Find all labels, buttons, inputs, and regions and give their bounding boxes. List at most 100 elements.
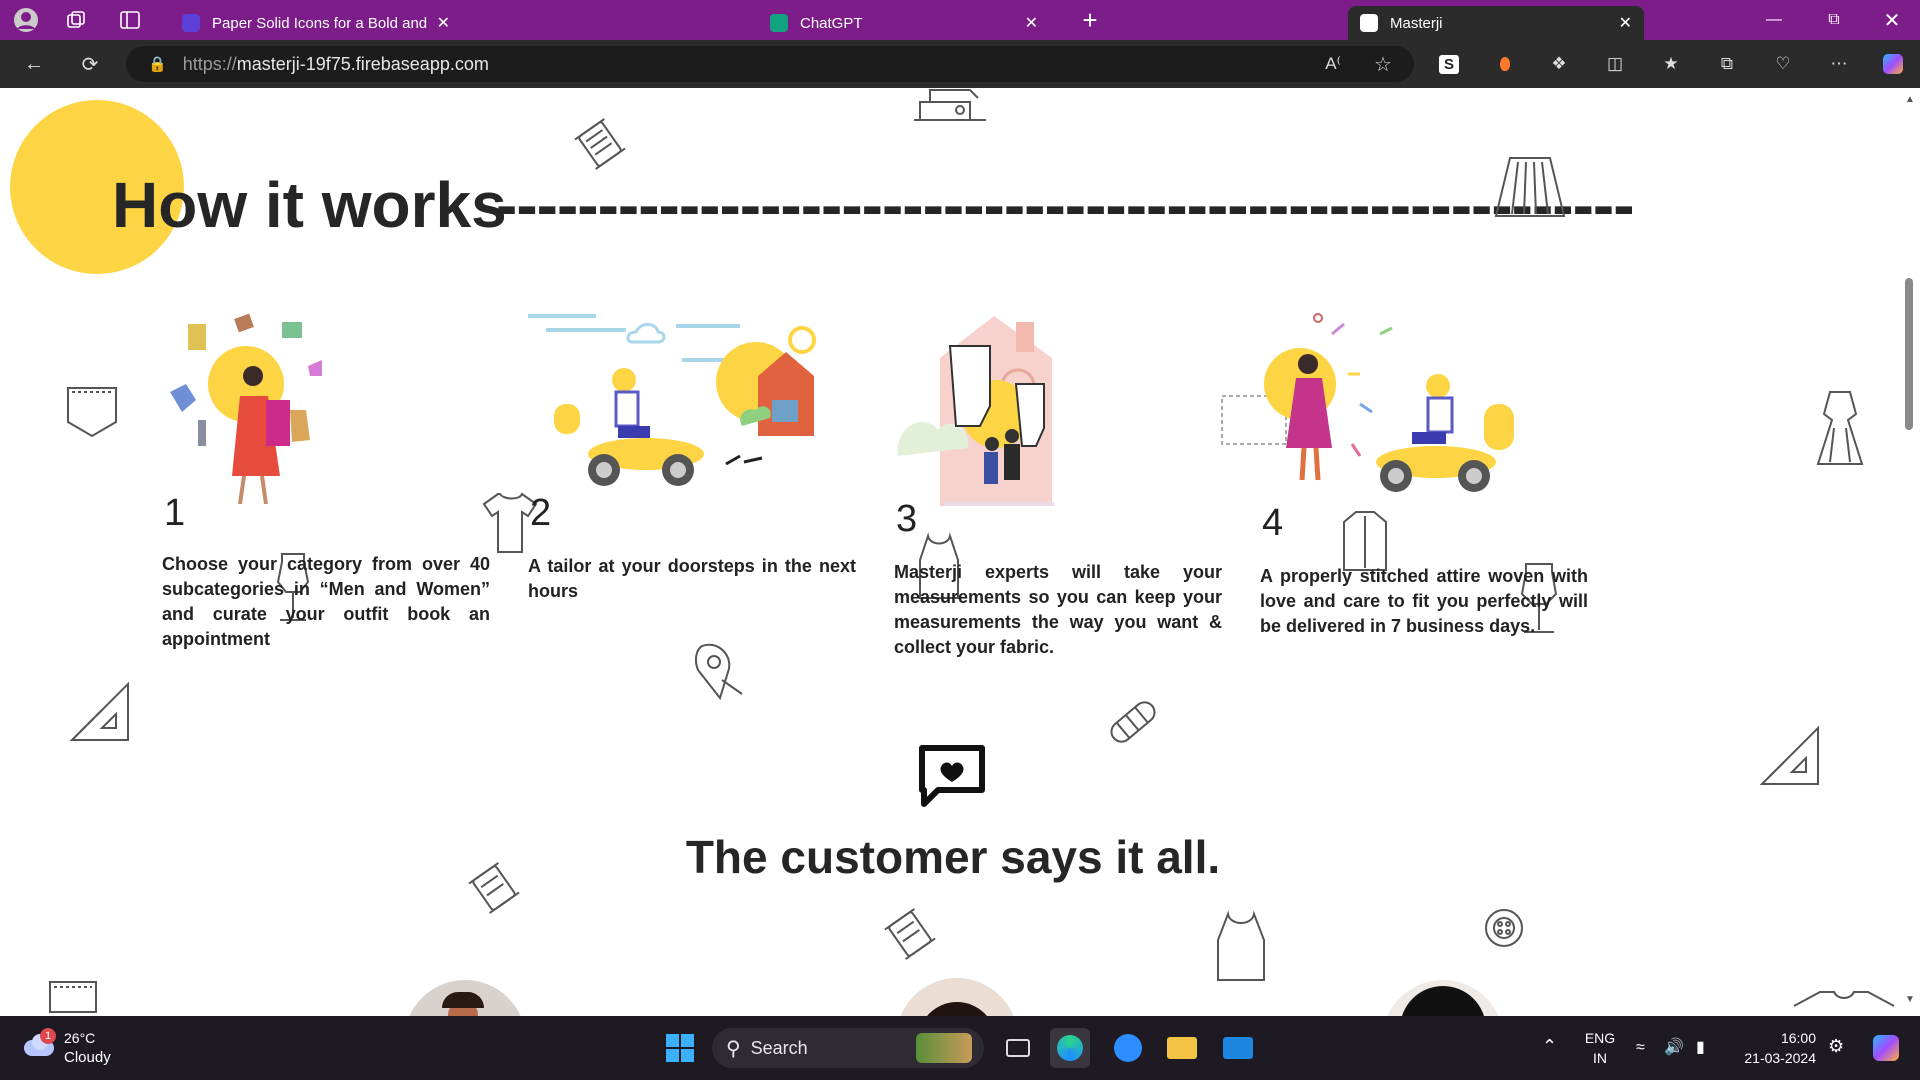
address-toolbar: ← ⟳ 🔒 https:// masterji-19f75.firebaseap…: [0, 40, 1920, 88]
restore-icon[interactable]: ⧉: [1806, 0, 1862, 40]
step-number: 2: [530, 492, 552, 534]
back-icon[interactable]: ←: [16, 48, 52, 80]
volume-icon[interactable]: 🔊: [1664, 1038, 1684, 1058]
favorites-icon[interactable]: ★: [1656, 50, 1686, 78]
search-icon: ⚲: [726, 1037, 741, 1060]
chat-heart-icon: [919, 745, 985, 807]
customer-avatar: [1382, 980, 1504, 1016]
fabric-roll-sketch-icon: [1110, 701, 1156, 743]
thread-spool-icon: [884, 908, 936, 960]
dress-sketch-icon: [1816, 391, 1864, 465]
scrollbar-thumb[interactable]: [1905, 278, 1913, 430]
weather-temp[interactable]: 26°C: [64, 1028, 95, 1048]
step-description: A tailor at your doorsteps in the next h…: [528, 556, 856, 601]
customer-avatar: [896, 978, 1018, 1016]
lock-icon: 🔒: [148, 56, 167, 73]
step-description: Choose your category from over 40 subcat…: [162, 554, 490, 649]
shopping-woman-illustration: [170, 313, 322, 504]
show-hidden-icons-chevron-icon[interactable]: ⌃: [1542, 1036, 1557, 1056]
scroll-down-arrow-icon[interactable]: ▼: [1905, 994, 1915, 1005]
edge-browser-icon[interactable]: [1050, 1028, 1090, 1068]
search-favicon-icon: [182, 14, 200, 32]
favorite-star-icon[interactable]: ☆: [1368, 50, 1398, 78]
profile-avatar-icon[interactable]: [8, 4, 44, 36]
pocket-sketch-icon: [49, 981, 97, 1013]
tab-close-icon[interactable]: ✕: [1025, 13, 1038, 33]
scroll-up-arrow-icon[interactable]: ▲: [1905, 94, 1915, 105]
sewing-machine-sketch-icon: [914, 89, 986, 121]
step-number: 4: [1262, 502, 1284, 544]
extension-flame-icon[interactable]: [1490, 50, 1520, 78]
close-window-icon[interactable]: ✕: [1864, 0, 1920, 40]
tab-title: Masterji: [1390, 14, 1443, 32]
clock-date[interactable]: 21-03-2024: [1730, 1048, 1816, 1068]
weather-badge: 1: [40, 1028, 56, 1044]
weather-desc[interactable]: Cloudy: [64, 1048, 111, 1068]
title-dash-line: ----------------------------------------…: [496, 169, 1634, 241]
button-sketch-icon: [1485, 909, 1523, 947]
url-host: masterji-19f75.firebaseapp.com: [236, 53, 489, 74]
tab-chatgpt[interactable]: ChatGPT ✕: [758, 6, 1050, 40]
delivery-illustration: [1221, 313, 1514, 492]
taskbar-search-box[interactable]: ⚲ Search: [712, 1028, 984, 1068]
step-number: 1: [164, 492, 186, 534]
browser-tab-strip: Paper Solid Icons for a Bold and ✕ ChatG…: [0, 0, 1920, 40]
extension-s-icon[interactable]: S: [1434, 50, 1464, 78]
copilot-icon[interactable]: [1878, 50, 1908, 78]
tab-close-icon[interactable]: ✕: [1619, 13, 1632, 33]
pocket-sketch-icon: [67, 387, 117, 438]
tab-title: Paper Solid Icons for a Bold and: [212, 14, 428, 32]
tab-close-icon[interactable]: ✕: [437, 13, 450, 33]
windows-start-icon[interactable]: [660, 1028, 700, 1068]
customer-says-title: The customer says it all.: [685, 831, 1221, 883]
collections-icon[interactable]: ⧉: [1712, 50, 1742, 78]
address-bar[interactable]: 🔒 https:// masterji-19f75.firebaseapp.co…: [126, 46, 1414, 82]
file-explorer-icon[interactable]: [1162, 1028, 1202, 1068]
wifi-icon[interactable]: ≈: [1636, 1038, 1645, 1058]
refresh-icon[interactable]: ⟳: [72, 48, 108, 80]
mail-app-icon[interactable]: [1218, 1028, 1258, 1068]
step-description: A properly stitched attire woven with lo…: [1260, 566, 1588, 636]
skirt-sketch-icon: [1494, 157, 1566, 217]
vertical-tabs-icon[interactable]: [112, 4, 148, 36]
search-highlight-image: [916, 1033, 972, 1063]
extensions-puzzle-icon[interactable]: ❖: [1544, 50, 1574, 78]
tshirt-sketch-icon: [1793, 991, 1895, 1007]
clock-time[interactable]: 16:00: [1730, 1028, 1816, 1048]
step-number: 3: [896, 498, 918, 540]
customer-avatar: [404, 980, 526, 1016]
read-aloud-icon[interactable]: A⁽: [1318, 50, 1348, 78]
url-prefix: https://: [182, 53, 237, 74]
tab-title: ChatGPT: [800, 14, 863, 32]
tailor-scooter-illustration: [528, 314, 816, 486]
split-screen-icon[interactable]: ◫: [1600, 50, 1630, 78]
windows-taskbar: 1 26°C Cloudy ⚲ Search ⌃ ENG IN ≈ 🔊 ▮ 16…: [0, 1016, 1920, 1080]
thread-spool-icon: [574, 118, 626, 170]
tab-paper-solid-icons[interactable]: Paper Solid Icons for a Bold and ✕: [170, 6, 462, 40]
language-top[interactable]: ENG: [1580, 1028, 1620, 1048]
tab-masterji[interactable]: Masterji ✕: [1348, 6, 1644, 40]
search-label: Search: [750, 1037, 808, 1058]
chatgpt-favicon-icon: [770, 14, 788, 32]
set-square-ruler-icon: [1759, 725, 1819, 785]
webpage-viewport: How it works ---------------------------…: [6, 88, 1900, 1016]
settings-more-icon[interactable]: ⋯: [1824, 50, 1854, 78]
language-bottom[interactable]: IN: [1580, 1048, 1620, 1068]
location-pin-sketch-icon: [694, 643, 743, 701]
zoom-app-icon[interactable]: [1108, 1028, 1148, 1068]
set-square-ruler-icon: [69, 681, 129, 741]
task-view-icon[interactable]: [998, 1028, 1038, 1068]
tank-top-sketch-icon: [1217, 910, 1265, 981]
new-tab-button[interactable]: +: [1074, 4, 1106, 36]
battery-icon[interactable]: ▮: [1696, 1038, 1705, 1058]
copilot-taskbar-icon[interactable]: [1866, 1028, 1906, 1068]
workspaces-icon[interactable]: [58, 4, 94, 36]
step-description: Masterji experts will take your measurem…: [894, 562, 1222, 657]
page-scrollbar[interactable]: ▲ ▼: [1900, 88, 1920, 1016]
masterji-favicon-icon: [1360, 14, 1378, 32]
performance-heart-icon[interactable]: ♡: [1768, 50, 1798, 78]
measurement-house-illustration: [897, 316, 1054, 506]
notification-settings-icon[interactable]: ⚙: [1828, 1036, 1844, 1056]
how-it-works-title: How it works: [112, 169, 507, 241]
minimize-icon[interactable]: —: [1746, 0, 1802, 40]
